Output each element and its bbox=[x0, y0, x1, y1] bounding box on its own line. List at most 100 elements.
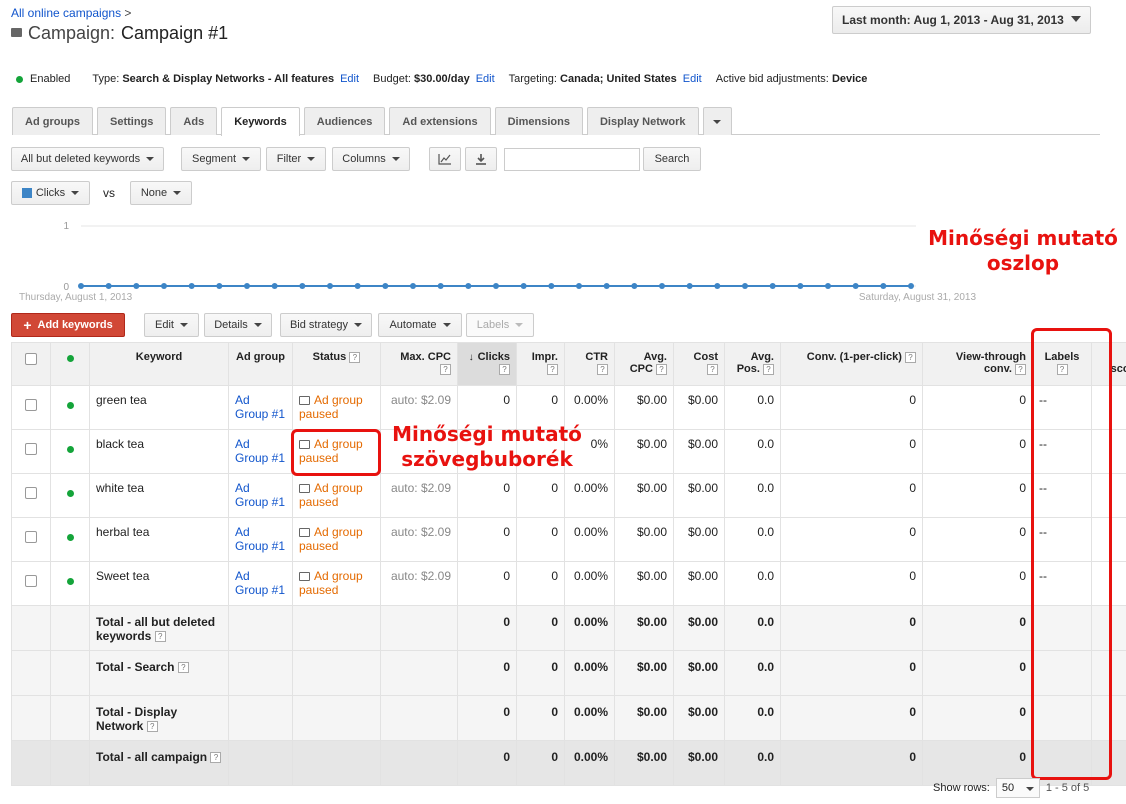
columns-dropdown[interactable]: Columns bbox=[332, 147, 410, 171]
clicks-data-point[interactable] bbox=[714, 283, 721, 289]
clicks-data-point[interactable] bbox=[576, 283, 582, 289]
row-checkbox[interactable] bbox=[25, 487, 37, 499]
ad-group-link[interactable]: Ad Group #1 bbox=[228, 429, 293, 474]
table-row[interactable]: herbal tea Ad Group #1 Ad group paused auto… bbox=[11, 517, 1126, 562]
help-icon[interactable]: ? bbox=[440, 363, 451, 375]
status-cell[interactable]: Ad group paused bbox=[292, 385, 381, 430]
col-ctr[interactable]: CTR? bbox=[564, 342, 615, 386]
show-rows-select[interactable]: 50 bbox=[995, 778, 1040, 798]
clicks-data-point[interactable] bbox=[161, 283, 167, 289]
ad-group-link[interactable]: Ad Group #1 bbox=[228, 561, 293, 606]
col-conv[interactable]: Conv. (1-per-click) ? bbox=[780, 342, 923, 386]
segment-dropdown[interactable]: Segment bbox=[181, 147, 261, 171]
automate-dropdown[interactable]: Automate bbox=[378, 313, 462, 337]
max-cpc-cell[interactable]: auto: $2.09 bbox=[380, 517, 458, 562]
tab-dimensions[interactable]: Dimensions bbox=[494, 107, 583, 135]
clicks-data-point[interactable] bbox=[659, 283, 665, 289]
row-checkbox[interactable] bbox=[25, 443, 37, 455]
clicks-data-point[interactable] bbox=[354, 283, 361, 289]
help-icon[interactable]: ? bbox=[656, 363, 667, 375]
clicks-data-point[interactable] bbox=[825, 283, 831, 289]
tab-ad-groups[interactable]: Ad groups bbox=[12, 107, 93, 135]
help-icon[interactable]: ? bbox=[177, 662, 189, 674]
help-icon[interactable]: ? bbox=[763, 363, 774, 375]
col-avg-cpc[interactable]: Avg. CPC ? bbox=[614, 342, 674, 386]
ad-group-link[interactable]: Ad Group #1 bbox=[228, 385, 293, 430]
clicks-data-point[interactable] bbox=[244, 283, 250, 289]
metric1-dropdown[interactable]: Clicks bbox=[11, 181, 90, 205]
bid-strategy-dropdown[interactable]: Bid strategy bbox=[280, 313, 372, 337]
row-checkbox[interactable] bbox=[25, 399, 37, 411]
clicks-data-point[interactable] bbox=[493, 283, 499, 289]
labels-dropdown[interactable]: Labels bbox=[466, 313, 534, 337]
tab-display-network[interactable]: Display Network bbox=[586, 107, 699, 135]
ad-group-link[interactable]: Ad Group #1 bbox=[228, 473, 293, 518]
help-icon[interactable]: ? bbox=[1015, 363, 1026, 375]
edit-dropdown[interactable]: Edit bbox=[144, 313, 199, 337]
edit-budget-link[interactable]: Edit bbox=[476, 73, 495, 85]
clicks-data-point[interactable] bbox=[742, 283, 748, 289]
keyword-cell[interactable]: black tea bbox=[89, 429, 229, 474]
edit-type-link[interactable]: Edit bbox=[340, 73, 359, 85]
clicks-data-point[interactable] bbox=[299, 283, 306, 289]
col-avg-pos[interactable]: Avg. Pos. ? bbox=[724, 342, 781, 386]
ad-group-link[interactable]: Ad Group #1 bbox=[228, 517, 293, 562]
keyword-cell[interactable]: Sweet tea bbox=[89, 561, 229, 606]
clicks-data-point[interactable] bbox=[410, 283, 416, 289]
help-icon[interactable]: ? bbox=[905, 351, 916, 363]
help-icon[interactable]: ? bbox=[707, 363, 718, 375]
keyword-cell[interactable]: green tea bbox=[89, 385, 229, 430]
clicks-data-point[interactable] bbox=[908, 283, 914, 289]
tab-audiences[interactable]: Audiences bbox=[303, 107, 386, 135]
help-icon[interactable]: ? bbox=[349, 351, 361, 363]
download-button[interactable] bbox=[465, 147, 497, 171]
keyword-view-filter-dropdown[interactable]: All but deleted keywords bbox=[11, 147, 164, 171]
more-tabs-button[interactable] bbox=[702, 107, 732, 135]
help-icon[interactable]: ? bbox=[146, 721, 158, 733]
col-status[interactable]: Status ? bbox=[292, 342, 381, 386]
add-keywords-button[interactable]: + Add keywords bbox=[11, 313, 125, 337]
clicks-data-point[interactable] bbox=[603, 283, 610, 289]
clicks-data-point[interactable] bbox=[327, 283, 333, 289]
col-ad-group[interactable]: Ad group bbox=[228, 342, 293, 386]
clicks-data-point[interactable] bbox=[852, 283, 859, 289]
status-cell[interactable]: Ad group paused bbox=[292, 473, 381, 518]
keyword-cell[interactable]: white tea bbox=[89, 473, 229, 518]
row-checkbox[interactable] bbox=[25, 575, 37, 587]
col-cost[interactable]: Cost? bbox=[673, 342, 725, 386]
search-button[interactable]: Search bbox=[643, 147, 701, 171]
clicks-data-point[interactable] bbox=[769, 283, 776, 289]
max-cpc-cell[interactable]: auto: $2.09 bbox=[380, 473, 458, 518]
clicks-data-point[interactable] bbox=[382, 283, 389, 289]
help-icon[interactable]: ? bbox=[154, 631, 166, 643]
help-icon[interactable]: ? bbox=[210, 752, 222, 764]
tab-ad-extensions[interactable]: Ad extensions bbox=[389, 107, 491, 135]
col-view-through[interactable]: View-through conv. ? bbox=[922, 342, 1033, 386]
table-row[interactable]: white tea Ad Group #1 Ad group paused auto:… bbox=[11, 473, 1126, 518]
tab-ads[interactable]: Ads bbox=[170, 107, 218, 135]
clicks-data-point[interactable] bbox=[520, 283, 527, 289]
chart-toggle-button[interactable] bbox=[429, 147, 461, 171]
help-icon[interactable]: ? bbox=[597, 363, 608, 375]
col-clicks[interactable]: ↓ Clicks? bbox=[457, 342, 517, 386]
clicks-data-point[interactable] bbox=[548, 283, 555, 289]
status-cell[interactable]: Ad group paused bbox=[292, 517, 381, 562]
tab-settings[interactable]: Settings bbox=[97, 107, 167, 135]
keyword-cell[interactable]: herbal tea bbox=[89, 517, 229, 562]
clicks-data-point[interactable] bbox=[105, 283, 112, 289]
select-all-checkbox[interactable] bbox=[25, 353, 37, 365]
clicks-data-point[interactable] bbox=[631, 283, 638, 289]
status-cell[interactable]: Ad group paused bbox=[292, 561, 381, 606]
table-row[interactable]: Sweet tea Ad Group #1 Ad group paused auto:… bbox=[11, 561, 1126, 606]
clicks-data-point[interactable] bbox=[188, 283, 195, 289]
max-cpc-cell[interactable]: auto: $2.09 bbox=[380, 561, 458, 606]
clicks-data-point[interactable] bbox=[78, 283, 84, 289]
date-range-picker[interactable]: Last month: Aug 1, 2013 - Aug 31, 2013 bbox=[832, 6, 1091, 34]
clicks-data-point[interactable] bbox=[437, 283, 444, 289]
col-keyword[interactable]: Keyword bbox=[89, 342, 229, 386]
clicks-data-point[interactable] bbox=[271, 283, 278, 289]
details-dropdown[interactable]: Details bbox=[204, 313, 272, 337]
clicks-data-point[interactable] bbox=[216, 283, 223, 289]
search-input[interactable] bbox=[504, 148, 640, 171]
edit-targeting-link[interactable]: Edit bbox=[683, 73, 702, 85]
